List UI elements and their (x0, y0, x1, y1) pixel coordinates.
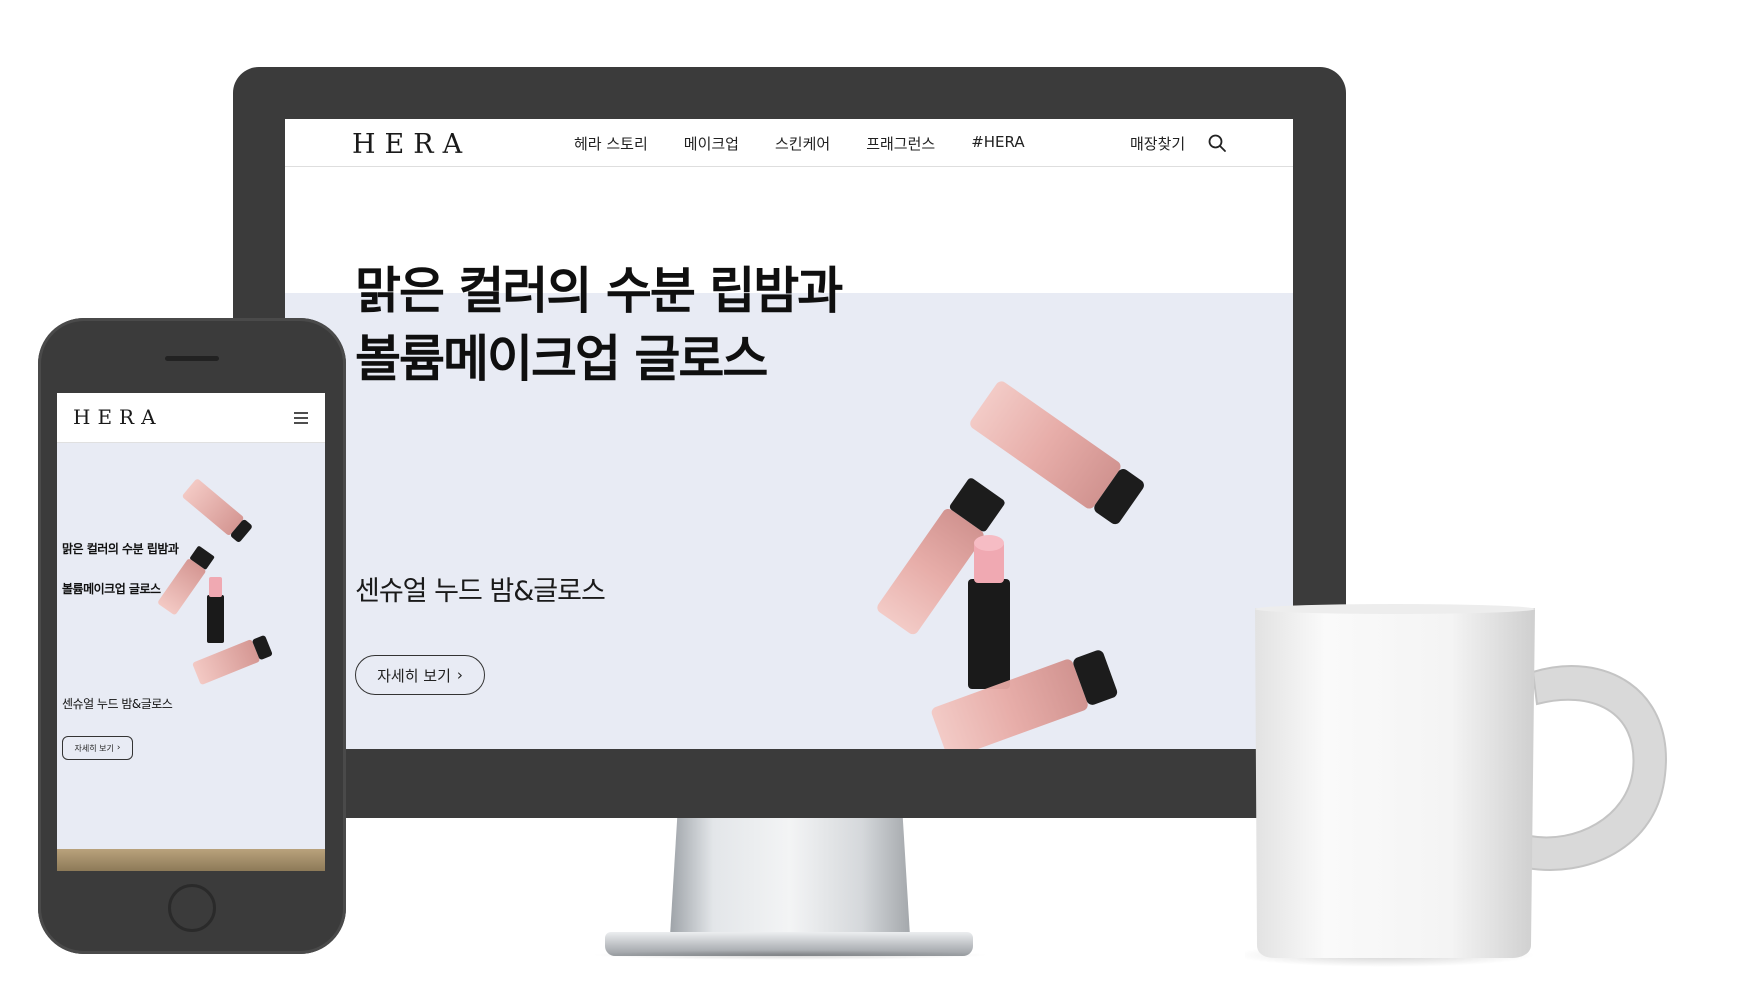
desktop-monitor: HERA 헤라 스토리 메이크업 스킨케어 프래그런스 #HERA 매장찾기 맑… (233, 67, 1346, 818)
mobile-hero-title-line1: 맑은 컬러의 수분 립밤과 (62, 542, 179, 556)
chevron-right-icon: › (116, 743, 121, 753)
hero-more-button-label: 자세히 보기 (377, 666, 451, 685)
nav-item-skincare[interactable]: 스킨케어 (775, 133, 830, 154)
mobile-phone: HERA 맑은 컬러의 수분 립밤과 볼륨메이크업 글로스 센슈얼 누드 밤&글… (38, 318, 346, 954)
phone-speaker (165, 356, 219, 361)
main-nav: 헤라 스토리 메이크업 스킨케어 프래그런스 #HERA (574, 133, 1061, 154)
mobile-hero-more-button-label: 자세히 보기 (74, 743, 114, 753)
brand-logo[interactable]: HERA (352, 129, 471, 160)
chevron-right-icon: › (456, 666, 463, 684)
mobile-next-section-preview (57, 849, 325, 871)
mobile-hero-more-button[interactable]: 자세히 보기 › (62, 736, 133, 760)
mobile-brand-logo[interactable]: HERA (73, 405, 163, 429)
nav-item-hashtag-hera[interactable]: #HERA (971, 133, 1024, 154)
phone-home-button (168, 884, 216, 932)
nav-item-hera-story[interactable]: 헤라 스토리 (574, 133, 648, 154)
search-icon[interactable] (1207, 133, 1227, 153)
hero-product-image (877, 381, 1144, 749)
store-locator-link[interactable]: 매장찾기 (1130, 133, 1185, 154)
desktop-header: HERA 헤라 스토리 메이크업 스킨케어 프래그런스 #HERA 매장찾기 (285, 119, 1293, 167)
desktop-screen: HERA 헤라 스토리 메이크업 스킨케어 프래그런스 #HERA 매장찾기 맑… (285, 119, 1293, 749)
mobile-header: HERA (57, 393, 325, 443)
mobile-screen: HERA 맑은 컬러의 수분 립밤과 볼륨메이크업 글로스 센슈얼 누드 밤&글… (57, 393, 325, 871)
monitor-stand-neck (670, 818, 910, 936)
mobile-hero-product-image (158, 479, 273, 685)
hamburger-menu-icon[interactable] (293, 411, 309, 425)
mobile-hero-subtitle: 센슈얼 누드 밤&글로스 (62, 697, 173, 711)
hero-subtitle: 센슈얼 누드 밤&글로스 (355, 576, 606, 607)
hero-more-button[interactable]: 자세히 보기 › (355, 655, 485, 695)
mobile-hero-title-line2: 볼륨메이크업 글로스 (62, 582, 161, 596)
coffee-mug-image (1245, 604, 1667, 967)
nav-item-fragrance[interactable]: 프래그런스 (866, 133, 935, 154)
nav-item-makeup[interactable]: 메이크업 (684, 133, 739, 154)
monitor-stand-shadow (590, 950, 990, 960)
